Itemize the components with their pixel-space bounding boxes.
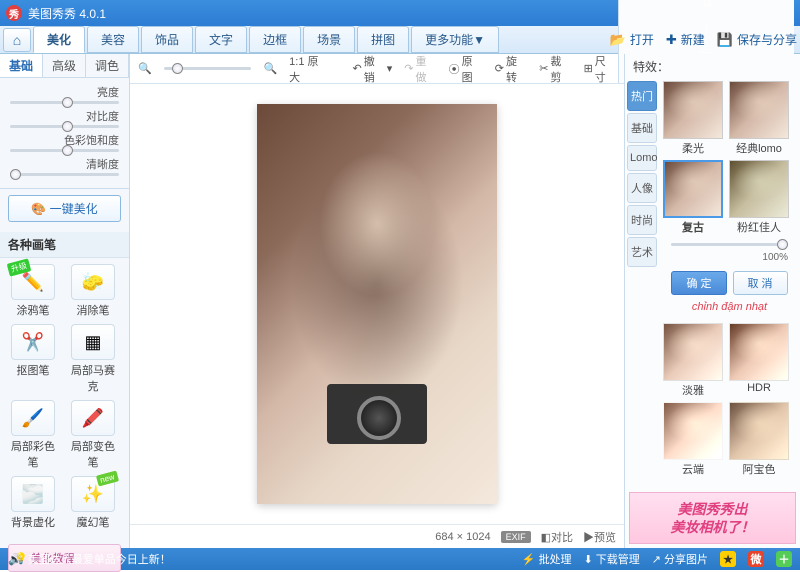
fx-cat-portrait[interactable]: 人像 [627, 173, 657, 203]
fx-cat-lomo[interactable]: Lomo [627, 145, 657, 171]
weibo-icon[interactable]: 微 [748, 551, 764, 567]
add-icon[interactable]: ＋ [776, 551, 792, 567]
contrast-slider[interactable] [10, 125, 119, 128]
brush-color[interactable]: 🖌️局部彩色笔 [6, 400, 60, 470]
dimensions-label: 684 × 1024 [435, 531, 490, 543]
preview-button[interactable]: ▶预览 [583, 529, 616, 545]
tab-cosmetic[interactable]: 美容 [87, 26, 139, 53]
fx-lomo[interactable]: 经典lomo [729, 81, 789, 156]
fx-cat-art[interactable]: 艺术 [627, 237, 657, 267]
fx-cancel-button[interactable]: 取 消 [733, 271, 788, 295]
original-button[interactable]: ⦿原图 [449, 53, 483, 85]
promo-banner[interactable]: 美图秀秀出 美妆相机了！ [629, 492, 796, 544]
home-icon[interactable]: ⌂ [3, 28, 31, 52]
fx-cloud[interactable]: 云端 [663, 402, 723, 477]
tab-text[interactable]: 文字 [195, 26, 247, 53]
fx-percent: 100% [671, 252, 788, 263]
tab-beautify[interactable]: 美化 [33, 26, 85, 53]
titlebar: 秀 美图秀秀 4.0.1 登录 | 💬 ⧉ | — □ ✕ [0, 0, 800, 26]
undo-button[interactable]: ↶撤销▾ [353, 53, 393, 85]
fx-elegant[interactable]: 淡雅 [663, 323, 723, 398]
tab-frame[interactable]: 边框 [249, 26, 301, 53]
sharpness-slider[interactable] [10, 173, 119, 176]
left-tab-color[interactable]: 调色 [86, 54, 129, 77]
brush-doodle[interactable]: 升级✏️涂鸦笔 [6, 264, 60, 318]
tab-accessory[interactable]: 饰品 [141, 26, 193, 53]
canvas[interactable] [130, 84, 624, 524]
zoom-slider[interactable] [164, 67, 252, 70]
center-area: 🔍 🔍 1:1 原大 ↶撤销▾ ↷重做 ⦿原图 ⟳旋转 ✂裁剪 ⊞尺寸 684 … [130, 54, 624, 548]
fx-hdr[interactable]: HDR [729, 323, 789, 398]
canvas-toolbar: 🔍 🔍 1:1 原大 ↶撤销▾ ↷重做 ⦿原图 ⟳旋转 ✂裁剪 ⊞尺寸 [130, 54, 624, 84]
fx-cat-fashion[interactable]: 时尚 [627, 205, 657, 235]
brightness-slider[interactable] [10, 101, 119, 104]
fx-retro[interactable]: 复古 [663, 160, 723, 235]
brush-cutout[interactable]: ✂️抠图笔 [6, 324, 60, 394]
new-button[interactable]: ✚新建 [666, 31, 705, 48]
tab-more[interactable]: 更多功能▼ [411, 26, 499, 53]
fx-note: chỉnh đậm nhạt [663, 299, 796, 315]
share-button[interactable]: ↗分享图片 [652, 551, 708, 567]
crop-button[interactable]: ✂裁剪 [539, 53, 571, 85]
brushes-title: 各种画笔 [0, 232, 129, 258]
qzone-icon[interactable]: ★ [720, 551, 736, 567]
left-tab-advanced[interactable]: 高级 [43, 54, 86, 77]
folder-icon: 📂 [610, 32, 626, 48]
effects-panel: 特效： 热门 基础 Lomo 人像 时尚 艺术 柔光 经典lomo 复古 粉红佳… [624, 54, 800, 548]
photo-preview [257, 104, 497, 504]
left-panel: 基础 高级 调色 亮度 对比度 色彩饱和度 清晰度 🎨 一键美化 各种画笔 升级… [0, 54, 130, 548]
batch-button[interactable]: ⚡批处理 [522, 551, 572, 567]
size-button[interactable]: ⊞尺寸 [584, 53, 616, 85]
open-button[interactable]: 📂打开 [610, 31, 654, 48]
tab-collage[interactable]: 拼图 [357, 26, 409, 53]
fx-intensity-slider[interactable] [671, 243, 788, 246]
news-ticker[interactable]: 美图达人最爱单品今日上新！ [28, 551, 171, 567]
download-button[interactable]: ⬇下载管理 [584, 551, 640, 567]
brush-magic[interactable]: new✨魔幻笔 [66, 476, 120, 530]
saturation-slider[interactable] [10, 149, 119, 152]
compare-button[interactable]: ◧对比 [541, 529, 573, 545]
zoom-in-icon[interactable]: 🔍 [263, 62, 277, 75]
fx-cat-hot[interactable]: 热门 [627, 81, 657, 111]
app-logo: 秀 [6, 5, 22, 21]
sharpness-label: 清晰度 [10, 156, 119, 172]
brush-eraser[interactable]: 🧽消除笔 [66, 264, 120, 318]
redo-button[interactable]: ↷重做 [404, 53, 436, 85]
save-icon: 💾 [717, 32, 733, 48]
fx-pink[interactable]: 粉红佳人 [729, 160, 789, 235]
window-icon[interactable]: ⧉ [702, 0, 711, 10]
plus-icon: ✚ [666, 32, 677, 48]
zoom-out-icon[interactable]: 🔍 [138, 62, 152, 75]
fx-abao[interactable]: 阿宝色 [729, 402, 789, 477]
brush-recolor[interactable]: 🖍️局部变色笔 [66, 400, 120, 470]
one-key-beautify-button[interactable]: 🎨 一键美化 [8, 195, 121, 222]
rotate-button[interactable]: ⟳旋转 [495, 53, 527, 85]
app-title: 美图秀秀 4.0.1 [28, 5, 618, 22]
sound-icon[interactable]: 🔊 [8, 553, 22, 566]
effects-title: 特效： [625, 54, 800, 79]
left-tab-basic[interactable]: 基础 [0, 54, 43, 77]
fx-soft[interactable]: 柔光 [663, 81, 723, 156]
exif-button[interactable]: EXIF [501, 531, 531, 543]
statusbar: 🔊 美图达人最爱单品今日上新！ ⚡批处理 ⬇下载管理 ↗分享图片 ★ 微 ＋ [0, 548, 800, 570]
fx-cat-basic[interactable]: 基础 [627, 113, 657, 143]
fx-ok-button[interactable]: 确 定 [671, 271, 726, 295]
brush-mosaic[interactable]: ▦局部马赛克 [66, 324, 120, 394]
save-button[interactable]: 💾保存与分享 [717, 31, 797, 48]
tab-scene[interactable]: 场景 [303, 26, 355, 53]
brush-blur[interactable]: 🌫️背景虚化 [6, 476, 60, 530]
zoom-label[interactable]: 1:1 原大 [289, 53, 328, 85]
